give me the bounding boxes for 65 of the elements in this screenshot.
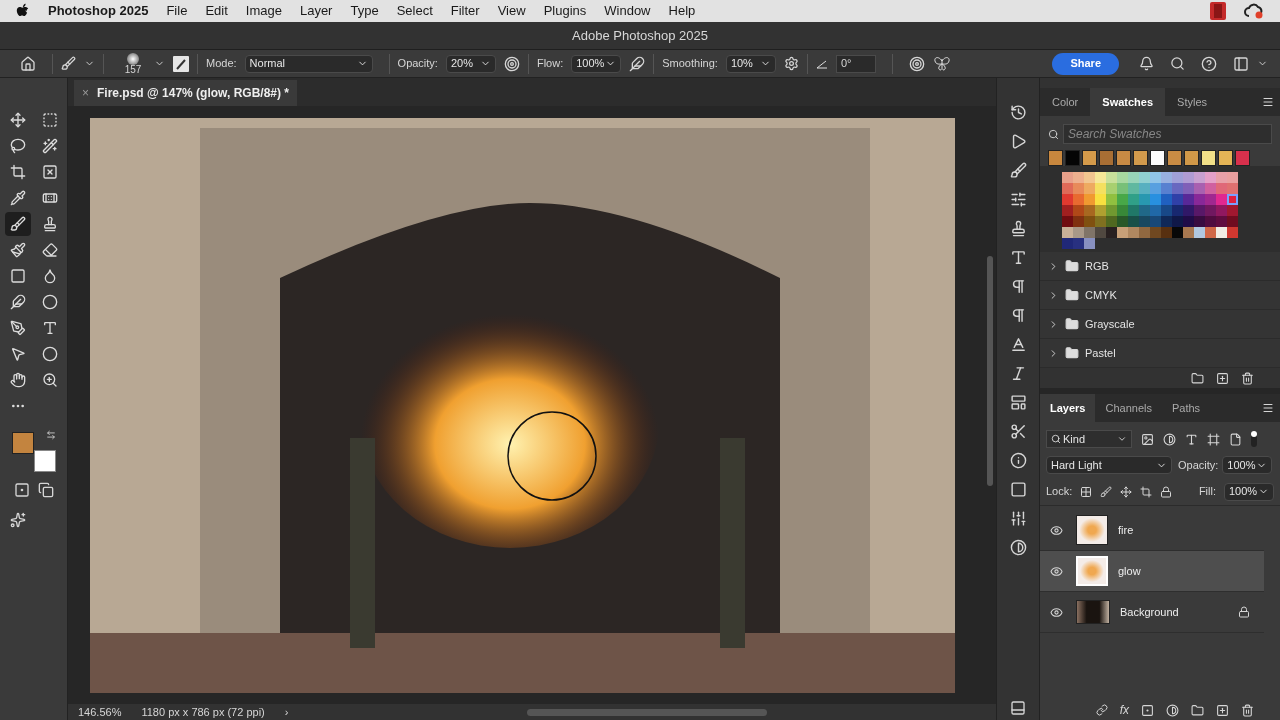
field-value: 100%: [1227, 457, 1256, 473]
document-size: 1180 px x 786 px (72 ppi): [141, 704, 265, 720]
menu-item[interactable]: Select: [396, 1, 433, 21]
filter-value: Kind: [1063, 431, 1087, 447]
menu-item[interactable]: Help: [668, 1, 696, 21]
field-value: 10%: [730, 56, 753, 72]
opacity-label: Opacity:: [397, 56, 438, 72]
panel-tab[interactable]: Paths: [1161, 394, 1211, 422]
fill-field[interactable]: 100%: [1224, 482, 1274, 501]
window-title: Adobe Photoshop 2025: [572, 26, 708, 45]
menu-item[interactable]: View: [497, 1, 526, 21]
opacity-field[interactable]: 20%: [445, 54, 496, 73]
panel-tab[interactable]: Styles: [1165, 88, 1219, 116]
layer-name: fire: [1118, 522, 1135, 538]
blend-mode-dropdown[interactable]: Hard Light: [1046, 456, 1172, 474]
group-name: RGB: [1085, 258, 1109, 274]
filter-dropdown[interactable]: Kind: [1046, 430, 1132, 448]
panel-tab[interactable]: Swatches: [1090, 88, 1166, 116]
document-tab[interactable]: × Fire.psd @ 147% (glow, RGB/8#) *: [74, 80, 297, 106]
opacity-label: Opacity:: [1178, 457, 1219, 473]
field-value: 100%: [576, 56, 605, 72]
field-value: 20%: [450, 56, 473, 72]
menu-item[interactable]: Filter: [450, 1, 480, 21]
field-value: 100%: [1229, 484, 1258, 500]
app-menu[interactable]: Photoshop 2025: [48, 1, 149, 21]
zoom-level[interactable]: 146.56%: [78, 703, 122, 720]
angle-field[interactable]: 0°: [835, 54, 876, 73]
brush-preset-picker[interactable]: 157: [120, 52, 146, 75]
menu-item[interactable]: Edit: [205, 1, 228, 21]
layer-name: glow: [1118, 563, 1142, 579]
flow-field[interactable]: 100%: [571, 54, 622, 73]
menu-item[interactable]: Window: [604, 1, 651, 21]
layer-row[interactable]: glow: [1040, 551, 1264, 592]
flow-label: Flow:: [536, 56, 564, 72]
field-value: Hard Light: [1051, 457, 1102, 473]
menu-item[interactable]: Layer: [299, 1, 333, 21]
lock-label: Lock:: [1046, 484, 1073, 500]
panel-tab[interactable]: Channels: [1095, 394, 1162, 422]
swatch-group-row[interactable]: RGB: [1040, 252, 1280, 281]
menu-item[interactable]: Type: [350, 1, 379, 21]
group-name: CMYK: [1085, 287, 1117, 303]
menu-item[interactable]: File: [166, 1, 188, 21]
smoothing-label: Smoothing:: [662, 56, 718, 72]
swatch-group-row[interactable]: Grayscale: [1040, 310, 1280, 339]
panel-tab[interactable]: Layers: [1040, 394, 1096, 422]
search-field[interactable]: Search Swatches: [1063, 124, 1272, 144]
layer-row[interactable]: Background: [1040, 592, 1264, 633]
menu-item[interactable]: Image: [245, 1, 282, 21]
mode-label: Mode:: [206, 56, 237, 72]
mode-dropdown[interactable]: Normal: [244, 54, 373, 73]
smoothing-field[interactable]: 10%: [725, 54, 776, 73]
group-name: Pastel: [1085, 345, 1116, 361]
fill-label: Fill:: [1198, 484, 1216, 500]
layer-name: Background: [1120, 604, 1180, 620]
layer-opacity-field[interactable]: 100%: [1222, 456, 1273, 474]
swatch-group-row[interactable]: CMYK: [1040, 281, 1280, 310]
share-button[interactable]: Share: [1052, 52, 1119, 75]
fx-button[interactable]: fx: [1119, 701, 1129, 719]
tab-close[interactable]: ×: [82, 84, 89, 102]
tab-title: Fire.psd @ 147% (glow, RGB/8#) *: [97, 85, 289, 102]
group-name: Grayscale: [1085, 316, 1135, 332]
panel-tab[interactable]: Color: [1040, 88, 1091, 116]
status-more[interactable]: ›: [284, 703, 289, 720]
field-value: Normal: [249, 56, 286, 72]
menu-item[interactable]: Plugins: [543, 1, 587, 21]
